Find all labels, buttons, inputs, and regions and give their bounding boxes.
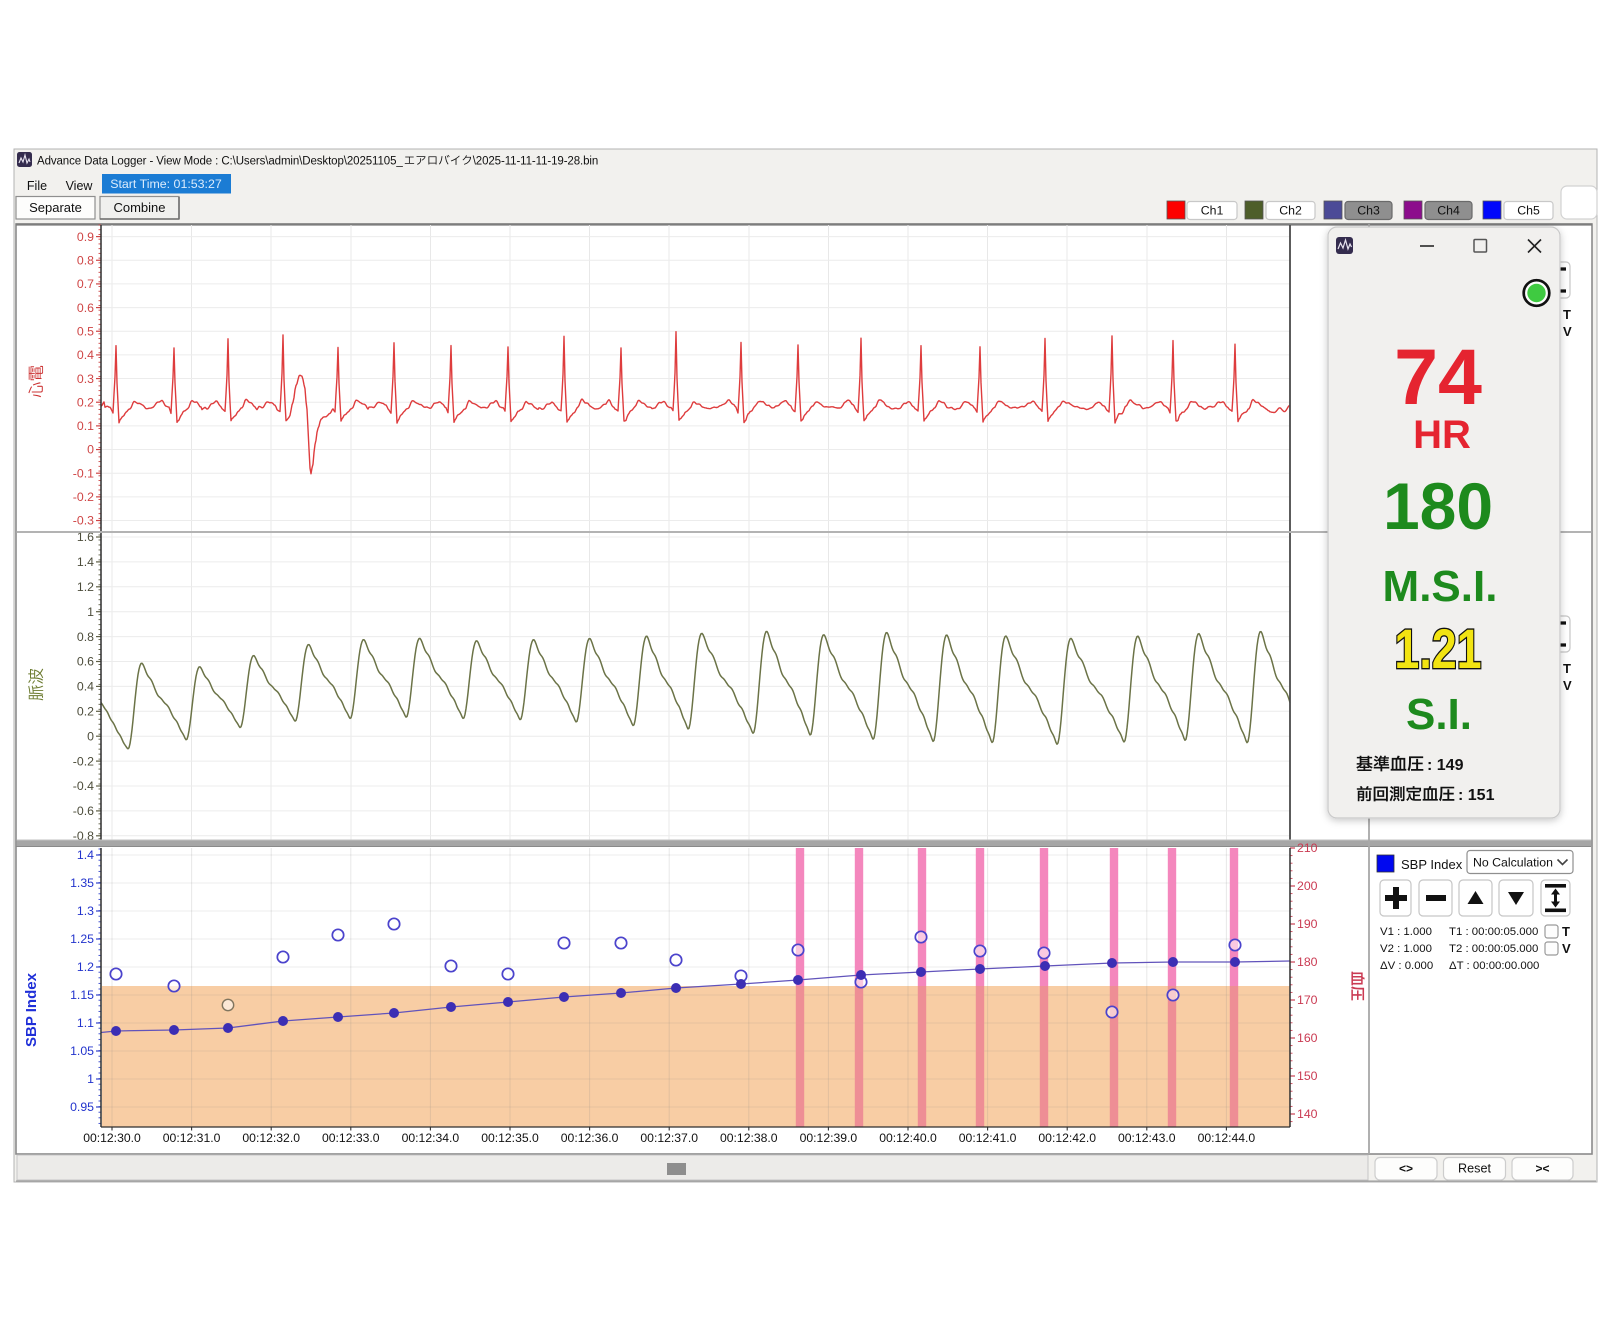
- svg-text:: 149: : 149: [1427, 757, 1464, 774]
- svg-text:180: 180: [1297, 955, 1318, 969]
- svg-text:210: 210: [1297, 841, 1318, 855]
- svg-text:HR: HR: [1413, 413, 1471, 457]
- svg-text:-0.2: -0.2: [73, 754, 94, 768]
- svg-text:00:12:40.0: 00:12:40.0: [879, 1131, 937, 1145]
- svg-text:1.3: 1.3: [77, 904, 94, 918]
- svg-text:0.2: 0.2: [77, 705, 94, 719]
- svg-text:No Calculation: No Calculation: [1473, 856, 1553, 870]
- svg-text:0.3: 0.3: [77, 372, 94, 386]
- svg-text:><: ><: [1535, 1162, 1549, 1176]
- svg-text:Ch4: Ch4: [1437, 204, 1460, 218]
- svg-text:1.4: 1.4: [77, 848, 94, 862]
- svg-text:0.8: 0.8: [77, 630, 94, 644]
- svg-text:0.7: 0.7: [77, 277, 94, 291]
- svg-text:Start Time: 01:53:27: Start Time: 01:53:27: [110, 177, 222, 191]
- svg-text:0.95: 0.95: [70, 1100, 94, 1114]
- svg-text:T2 : 00:00:05.000: T2 : 00:00:05.000: [1449, 943, 1538, 955]
- svg-text:0.8: 0.8: [77, 253, 94, 267]
- svg-text:Advance Data Logger - View Mod: Advance Data Logger - View Mode : C:\Use…: [37, 156, 403, 168]
- svg-text:: 151: : 151: [1458, 787, 1495, 804]
- svg-text:00:12:41.0: 00:12:41.0: [959, 1131, 1017, 1145]
- svg-text:V2 : 1.000: V2 : 1.000: [1380, 943, 1432, 955]
- svg-text:1.35: 1.35: [70, 876, 94, 890]
- svg-text:M.S.I.: M.S.I.: [1383, 562, 1498, 611]
- svg-text:00:12:42.0: 00:12:42.0: [1038, 1131, 1096, 1145]
- svg-text:0.2: 0.2: [77, 395, 94, 409]
- svg-text:1.15: 1.15: [70, 988, 94, 1002]
- svg-text:0.6: 0.6: [77, 301, 94, 315]
- svg-text:180: 180: [1383, 469, 1493, 543]
- svg-text:V: V: [1563, 678, 1572, 693]
- svg-text:00:12:31.0: 00:12:31.0: [163, 1131, 221, 1145]
- svg-text:View: View: [66, 179, 94, 193]
- svg-text:-0.2: -0.2: [73, 490, 94, 504]
- svg-text:1: 1: [87, 605, 94, 619]
- svg-text:00:12:37.0: 00:12:37.0: [640, 1131, 698, 1145]
- svg-text:00:12:30.0: 00:12:30.0: [83, 1131, 141, 1145]
- svg-text:00:12:36.0: 00:12:36.0: [561, 1131, 619, 1145]
- svg-text:V1 : 1.000: V1 : 1.000: [1380, 926, 1432, 938]
- svg-text:1.25: 1.25: [70, 932, 94, 946]
- svg-text:T: T: [1562, 924, 1570, 939]
- svg-text:Combine: Combine: [113, 200, 165, 215]
- svg-text:1.2: 1.2: [77, 580, 94, 594]
- svg-text:00:12:39.0: 00:12:39.0: [800, 1131, 858, 1145]
- svg-text:00:12:32.0: 00:12:32.0: [242, 1131, 300, 1145]
- svg-text:1.1: 1.1: [77, 1016, 94, 1030]
- svg-text:Reset: Reset: [1458, 1162, 1491, 1176]
- svg-text:\2025-11-11-11-19-28.bin: \2025-11-11-11-19-28.bin: [473, 156, 598, 168]
- svg-text:ΔV : 0.000: ΔV : 0.000: [1380, 960, 1433, 972]
- svg-text:-0.4: -0.4: [73, 779, 94, 793]
- svg-text:0.4: 0.4: [77, 680, 94, 694]
- svg-text:SBP Index: SBP Index: [23, 972, 40, 1047]
- svg-text:-0.3: -0.3: [73, 514, 94, 528]
- svg-text:0.1: 0.1: [77, 419, 94, 433]
- svg-text:V: V: [1563, 324, 1572, 339]
- svg-text:V: V: [1562, 941, 1571, 956]
- svg-text:ΔT : 00:00:00.000: ΔT : 00:00:00.000: [1449, 960, 1539, 972]
- svg-text:170: 170: [1297, 993, 1318, 1007]
- svg-text:1.2: 1.2: [77, 960, 94, 974]
- svg-text:T: T: [1563, 307, 1571, 322]
- svg-text:00:12:44.0: 00:12:44.0: [1198, 1131, 1256, 1145]
- svg-text:Ch3: Ch3: [1357, 204, 1380, 218]
- svg-text:00:12:35.0: 00:12:35.0: [481, 1131, 539, 1145]
- svg-text:File: File: [27, 179, 47, 193]
- svg-text:00:12:34.0: 00:12:34.0: [402, 1131, 460, 1145]
- svg-text:SBP Index: SBP Index: [1401, 857, 1463, 872]
- svg-text:-0.6: -0.6: [73, 804, 94, 818]
- svg-text:150: 150: [1297, 1069, 1318, 1083]
- svg-text:Ch2: Ch2: [1279, 204, 1302, 218]
- svg-text:0: 0: [87, 729, 94, 743]
- svg-text:Separate: Separate: [29, 200, 82, 215]
- svg-text:00:12:38.0: 00:12:38.0: [720, 1131, 778, 1145]
- svg-text:190: 190: [1297, 917, 1318, 931]
- svg-text:0.5: 0.5: [77, 324, 94, 338]
- svg-text:Ch1: Ch1: [1201, 204, 1224, 218]
- svg-text:160: 160: [1297, 1031, 1318, 1045]
- svg-text:S.I.: S.I.: [1406, 690, 1472, 739]
- svg-text:1.4: 1.4: [77, 555, 94, 569]
- svg-text:74: 74: [1394, 332, 1482, 421]
- svg-text:1: 1: [87, 1072, 94, 1086]
- svg-text:1.21: 1.21: [1394, 617, 1481, 680]
- svg-text:T1 : 00:00:05.000: T1 : 00:00:05.000: [1449, 926, 1538, 938]
- svg-text:00:12:33.0: 00:12:33.0: [322, 1131, 380, 1145]
- svg-text:0: 0: [87, 443, 94, 457]
- svg-text:1.05: 1.05: [70, 1044, 94, 1058]
- svg-text:140: 140: [1297, 1107, 1318, 1121]
- svg-text:Ch5: Ch5: [1517, 204, 1540, 218]
- svg-text:0.6: 0.6: [77, 655, 94, 669]
- svg-text:-0.1: -0.1: [73, 466, 94, 480]
- svg-text:T: T: [1563, 661, 1571, 676]
- svg-text:0.9: 0.9: [77, 230, 94, 244]
- svg-text:00:12:43.0: 00:12:43.0: [1118, 1131, 1176, 1145]
- svg-text:0.4: 0.4: [77, 348, 94, 362]
- svg-text:<>: <>: [1399, 1162, 1413, 1176]
- svg-text:200: 200: [1297, 879, 1318, 893]
